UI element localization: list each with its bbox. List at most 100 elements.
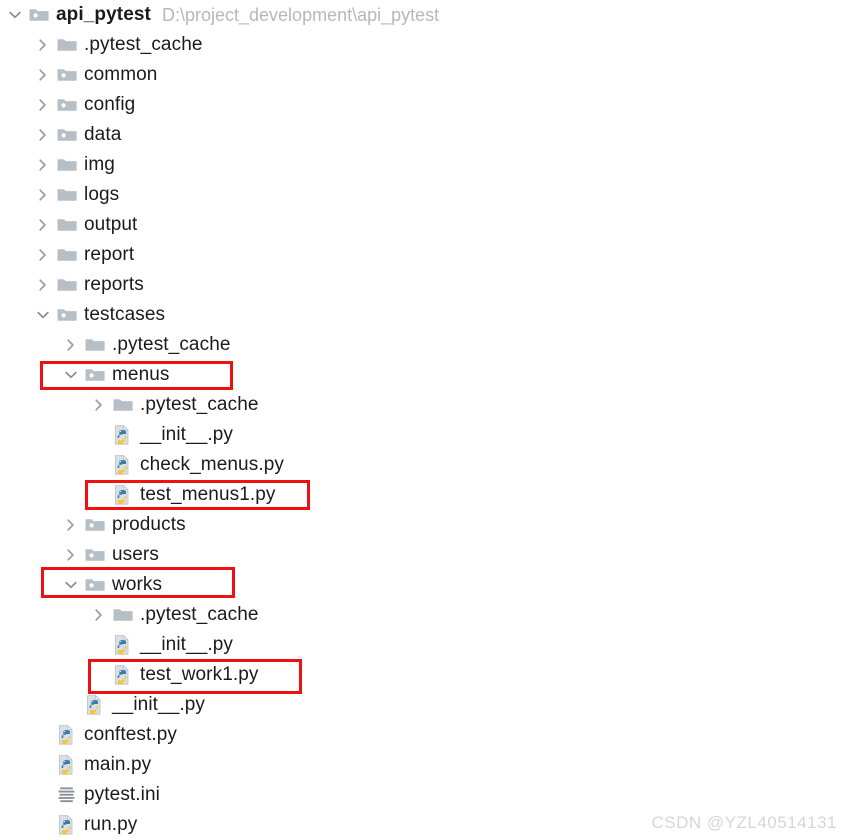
python-package-folder-icon bbox=[28, 4, 50, 26]
tree-row-common[interactable]: common bbox=[0, 60, 849, 90]
tree-row-menus[interactable]: menus bbox=[0, 360, 849, 390]
tree-row-menus_cache[interactable]: .pytest_cache bbox=[0, 390, 849, 420]
tree-label-report: report bbox=[84, 244, 135, 265]
chevron-right-icon[interactable] bbox=[34, 246, 52, 264]
tree-row-testcases_cache[interactable]: .pytest_cache bbox=[0, 330, 849, 360]
tree-label-testcases_init: __init__.py bbox=[112, 694, 206, 715]
tree-label-pytest_cache_root: .pytest_cache bbox=[84, 34, 203, 55]
tree-label-works_init: __init__.py bbox=[140, 634, 234, 655]
tree-row-menus_init[interactable]: __init__.py bbox=[0, 420, 849, 450]
tree-label-pytest_ini: pytest.ini bbox=[84, 784, 160, 805]
tree-row-test_menus1[interactable]: test_menus1.py bbox=[0, 480, 849, 510]
python-package-folder-icon bbox=[56, 124, 78, 146]
chevron-right-icon[interactable] bbox=[34, 36, 52, 54]
chevron-right-icon[interactable] bbox=[34, 96, 52, 114]
python-file-icon bbox=[112, 484, 134, 506]
csdn-watermark: CSDN @YZL40514131 bbox=[651, 813, 837, 832]
tree-label-testcases: testcases bbox=[84, 304, 166, 325]
tree-row-logs[interactable]: logs bbox=[0, 180, 849, 210]
python-package-folder-icon bbox=[84, 364, 106, 386]
python-package-folder-icon bbox=[84, 544, 106, 566]
folder-icon bbox=[56, 214, 78, 236]
tree-row-main[interactable]: main.py bbox=[0, 750, 849, 780]
chevron-right-icon[interactable] bbox=[90, 606, 108, 624]
python-file-icon bbox=[112, 664, 134, 686]
tree-row-report[interactable]: report bbox=[0, 240, 849, 270]
python-package-folder-icon bbox=[56, 64, 78, 86]
tree-row-works_cache[interactable]: .pytest_cache bbox=[0, 600, 849, 630]
chevron-down-icon[interactable] bbox=[62, 366, 80, 384]
ini-file-icon bbox=[56, 784, 78, 806]
chevron-right-icon[interactable] bbox=[34, 216, 52, 234]
tree-label-api_pytest: api_pytest bbox=[56, 4, 151, 25]
python-file-icon bbox=[112, 424, 134, 446]
tree-label-main: main.py bbox=[84, 754, 152, 775]
folder-icon bbox=[56, 34, 78, 56]
tree-row-api_pytest[interactable]: api_pytest D:\project_development\api_pyt… bbox=[0, 0, 849, 30]
python-file-icon bbox=[56, 814, 78, 836]
tree-row-pytest_ini[interactable]: pytest.ini bbox=[0, 780, 849, 810]
tree-label-test_menus1: test_menus1.py bbox=[140, 484, 276, 505]
chevron-right-icon[interactable] bbox=[90, 396, 108, 414]
python-package-folder-icon bbox=[84, 574, 106, 596]
folder-icon bbox=[56, 274, 78, 296]
folder-icon bbox=[56, 154, 78, 176]
tree-row-check_menus[interactable]: check_menus.py bbox=[0, 450, 849, 480]
chevron-right-icon[interactable] bbox=[62, 336, 80, 354]
tree-row-pytest_cache_root[interactable]: .pytest_cache bbox=[0, 30, 849, 60]
tree-label-menus: menus bbox=[112, 364, 170, 385]
chevron-right-icon[interactable] bbox=[34, 276, 52, 294]
tree-label-testcases_cache: .pytest_cache bbox=[112, 334, 231, 355]
python-file-icon bbox=[56, 754, 78, 776]
tree-label-conftest: conftest.py bbox=[84, 724, 177, 745]
chevron-down-icon[interactable] bbox=[34, 306, 52, 324]
tree-row-testcases_init[interactable]: __init__.py bbox=[0, 690, 849, 720]
chevron-right-icon[interactable] bbox=[34, 156, 52, 174]
tree-label-run: run.py bbox=[84, 814, 138, 835]
tree-row-data[interactable]: data bbox=[0, 120, 849, 150]
python-file-icon bbox=[84, 694, 106, 716]
tree-row-works_init[interactable]: __init__.py bbox=[0, 630, 849, 660]
chevron-down-icon[interactable] bbox=[62, 576, 80, 594]
project-file-tree[interactable]: api_pytest D:\project_development\api_pyt… bbox=[0, 0, 849, 840]
chevron-right-icon[interactable] bbox=[34, 186, 52, 204]
tree-label-menus_init: __init__.py bbox=[140, 424, 234, 445]
tree-row-img[interactable]: img bbox=[0, 150, 849, 180]
tree-label-config: config bbox=[84, 94, 136, 115]
tree-label-img: img bbox=[84, 154, 115, 175]
tree-row-test_work1[interactable]: test_work1.py bbox=[0, 660, 849, 690]
chevron-right-icon[interactable] bbox=[34, 66, 52, 84]
tree-label-logs: logs bbox=[84, 184, 120, 205]
chevron-right-icon[interactable] bbox=[62, 516, 80, 534]
tree-row-products[interactable]: products bbox=[0, 510, 849, 540]
tree-row-output[interactable]: output bbox=[0, 210, 849, 240]
python-file-icon bbox=[112, 634, 134, 656]
tree-row-conftest[interactable]: conftest.py bbox=[0, 720, 849, 750]
tree-label-data: data bbox=[84, 124, 122, 145]
folder-icon bbox=[112, 394, 134, 416]
tree-label-test_work1: test_work1.py bbox=[140, 664, 259, 685]
tree-row-works[interactable]: works bbox=[0, 570, 849, 600]
folder-icon bbox=[56, 184, 78, 206]
python-file-icon bbox=[112, 454, 134, 476]
tree-label-users: users bbox=[112, 544, 159, 565]
tree-row-reports[interactable]: reports bbox=[0, 270, 849, 300]
chevron-right-icon[interactable] bbox=[34, 126, 52, 144]
tree-label-common: common bbox=[84, 64, 158, 85]
chevron-down-icon[interactable] bbox=[6, 6, 24, 24]
tree-row-users[interactable]: users bbox=[0, 540, 849, 570]
project-path-text: D:\project_development\api_pytest bbox=[161, 5, 440, 25]
tree-row-testcases[interactable]: testcases bbox=[0, 300, 849, 330]
tree-row-config[interactable]: config bbox=[0, 90, 849, 120]
chevron-right-icon[interactable] bbox=[62, 546, 80, 564]
python-package-folder-icon bbox=[84, 514, 106, 536]
